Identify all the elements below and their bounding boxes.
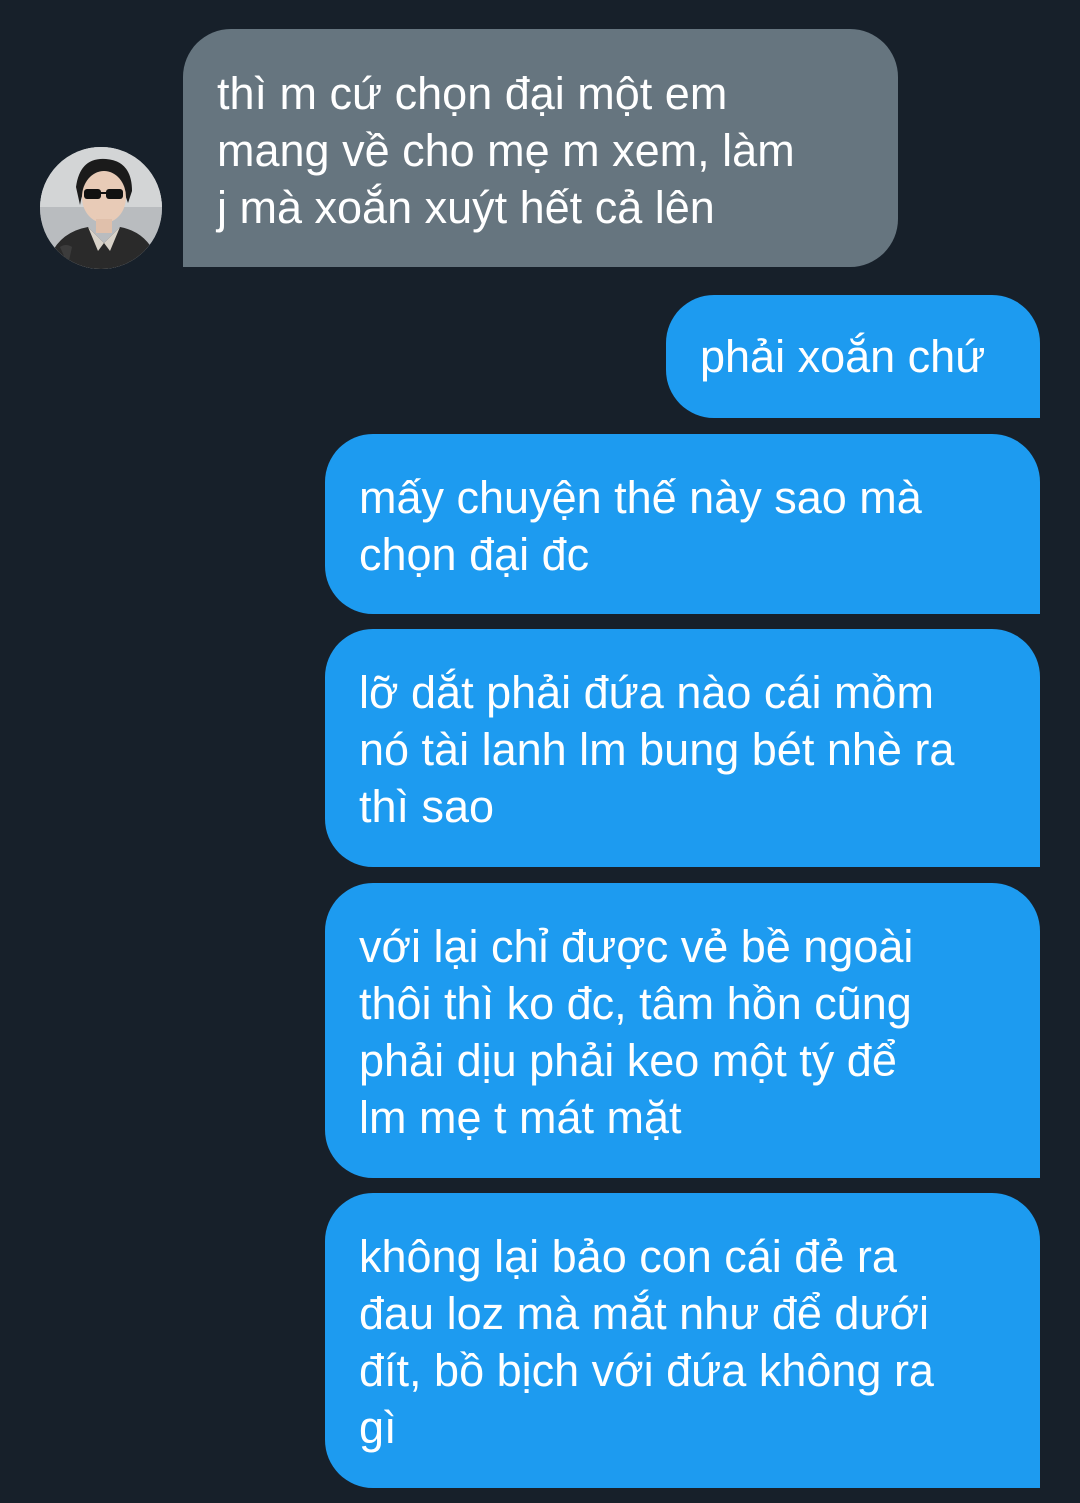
outgoing-message[interactable]: mấy chuyện thế này sao mà chọn đại đc xyxy=(325,434,1040,614)
outgoing-message[interactable]: với lại chỉ được vẻ bề ngoài thôi thì ko… xyxy=(325,883,1040,1178)
profile-photo-icon xyxy=(40,147,162,269)
outgoing-message[interactable]: không lại bảo con cái đẻ ra đau loz mà m… xyxy=(325,1193,1040,1488)
outgoing-message[interactable]: phải xoắn chứ xyxy=(666,295,1040,418)
chat-thread: thì m cứ chọn đại một em mang về cho mẹ … xyxy=(0,0,1080,1503)
outgoing-message[interactable]: lỡ dắt phải đứa nào cái mồm nó tài lanh … xyxy=(325,629,1040,867)
incoming-message[interactable]: thì m cứ chọn đại một em mang về cho mẹ … xyxy=(183,29,898,267)
avatar[interactable] xyxy=(40,147,162,269)
